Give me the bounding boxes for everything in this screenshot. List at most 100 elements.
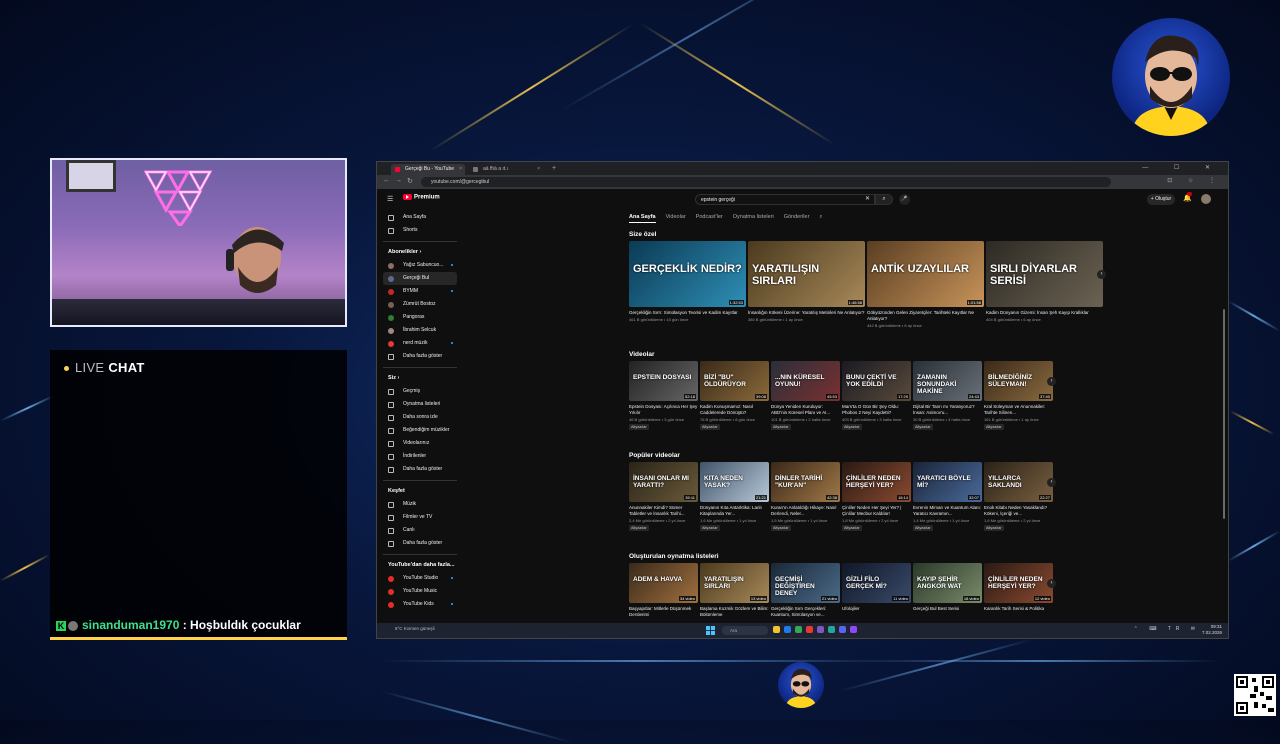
- channel-tab[interactable]: Gönderiler: [784, 214, 810, 222]
- sidebar-item[interactable]: Zümrüt Bostoz: [383, 298, 457, 311]
- playlist-card[interactable]: KAYIP ŞEHİR ANGKOR WAT 18 video Gerçeği Bu…: [913, 563, 982, 612]
- account-avatar[interactable]: [1201, 194, 1211, 204]
- video-thumbnail[interactable]: ZAMANIN SONUNDAKİ MAKİNE 24:43: [913, 361, 982, 401]
- video-card[interactable]: BİLMEDİĞİNİZ SÜLEYMAN! 37:40 Kral Süleyman…: [984, 361, 1053, 430]
- video-card[interactable]: YARATILIŞIN SIRLARI 1:46:58 İnsanlığın Kök…: [748, 241, 865, 322]
- playlist-thumbnail[interactable]: YARATILIŞIN SIRLARI 13 video: [700, 563, 769, 603]
- playlist-title[interactable]: Ufolojiler: [842, 606, 911, 612]
- taskbar-search[interactable]: Ara: [722, 626, 768, 635]
- subscriptions-heading[interactable]: Abonelikler ›: [383, 246, 457, 259]
- taskbar-clock[interactable]: 09:31 7.02.2026: [1202, 624, 1222, 636]
- video-title[interactable]: Kral Süleyman ve Anunnakiler: Tarihte Si…: [984, 404, 1053, 416]
- sidebar-item[interactable]: Yağız Sabuncuo...: [383, 259, 457, 272]
- video-thumbnail[interactable]: YARATICI BÖYLE Mİ? 32:07: [913, 462, 982, 502]
- sidebar-item[interactable]: Gerçeği Bul: [383, 272, 457, 285]
- sidebar-item[interactable]: Daha sonra izle: [383, 411, 457, 424]
- video-thumbnail[interactable]: YARATILIŞIN SIRLARI 1:46:58: [748, 241, 865, 307]
- channel-search-icon[interactable]: ⌕: [819, 214, 822, 223]
- weather-widget[interactable]: 8°C Kısmen güneşli: [395, 626, 435, 631]
- youtube-premium-logo[interactable]: Premium: [403, 194, 440, 201]
- url-field[interactable]: youtube.com/@gercegibul: [421, 177, 1111, 187]
- playlist-thumbnail[interactable]: GEÇMİŞİ DEĞİŞTİREN DENEY 21 video: [771, 563, 840, 603]
- video-thumbnail[interactable]: BİZİ "BU" ÖLDÜRÜYOR 39:08: [700, 361, 769, 401]
- video-title[interactable]: Kadim Dünyanın Gizemi: İnsan Şeh Kayıp K…: [986, 310, 1103, 316]
- playlist-thumbnail[interactable]: ÇİNLİLER NEDEN HERŞEYİ YER? 12 video: [984, 563, 1053, 603]
- forward-icon[interactable]: →: [395, 177, 402, 184]
- video-title[interactable]: İnsanlığın Kökeni Üzerine: Yaratılış Met…: [748, 310, 865, 316]
- channel-tab[interactable]: Videolar: [666, 214, 686, 222]
- new-tab-button[interactable]: +: [552, 162, 556, 175]
- sidebar-item[interactable]: YouTube Kids: [383, 598, 457, 611]
- window-controls[interactable]: — ☐ ✕: [1142, 162, 1222, 175]
- video-thumbnail[interactable]: DİNLER TARİHİ "KUR'AN" 42:38: [771, 462, 840, 502]
- sidebar-item[interactable]: Geçmiş: [383, 385, 457, 398]
- video-thumbnail[interactable]: BİLMEDİĞİNİZ SÜLEYMAN! 37:40: [984, 361, 1053, 401]
- page-scrollbar[interactable]: [1223, 309, 1225, 519]
- playlist-thumbnail[interactable]: ADEM & HAVVA 34 video: [629, 563, 698, 603]
- playlist-card[interactable]: ADEM & HAVVA 34 video Başyapıtlar: Mitlerl…: [629, 563, 698, 618]
- video-title[interactable]: Dünyanın Kıta Antarktika: Lanlı Kitaplar…: [700, 505, 769, 517]
- video-thumbnail[interactable]: SIRLI DİYARLAR SERİSİ: [986, 241, 1103, 307]
- show-more-you[interactable]: Daha fazla göster: [383, 463, 457, 476]
- sidebar-item[interactable]: İndirilenler: [383, 450, 457, 463]
- channel-tab[interactable]: Ana Sayfa: [629, 214, 656, 223]
- channel-tab[interactable]: Oynatma listeleri: [733, 214, 774, 222]
- menu-icon[interactable]: ☰: [387, 195, 393, 203]
- video-card[interactable]: YILLARCA SAKLANDI 22:27 Enok Kitabı Neden …: [984, 462, 1053, 531]
- video-thumbnail[interactable]: BUNU ÇEKTİ VE YOK EDİLDİ 17:29: [842, 361, 911, 401]
- playlist-card[interactable]: YARATILIŞIN SIRLARI 13 video Başlama Kozmi…: [700, 563, 769, 618]
- sidebar-item[interactable]: YouTube Music: [383, 585, 457, 598]
- playlist-title[interactable]: Başlama Kozmik Gözlem ve Bilim: Bölümlem…: [700, 606, 769, 618]
- video-title[interactable]: Gökyüzünden Gelen Ziyaretçiler: Tarihtek…: [867, 310, 984, 322]
- playlist-card[interactable]: ÇİNLİLER NEDEN HERŞEYİ YER? 12 video Karan…: [984, 563, 1053, 612]
- discord-icon[interactable]: [839, 626, 846, 633]
- app-icon[interactable]: [850, 626, 857, 633]
- video-title[interactable]: Kuran'ın Anlatıldığı Hikaye: Nasıl Derle…: [771, 505, 840, 517]
- show-more-subscriptions[interactable]: Daha fazla göster: [383, 350, 457, 363]
- video-title[interactable]: Anunnakiler Kimdi? Sümer Tabletler ve İn…: [629, 505, 698, 517]
- show-more-explore[interactable]: Daha fazla göster: [383, 537, 457, 550]
- sidebar-item[interactable]: İbrahim Selcuk: [383, 324, 457, 337]
- system-tray[interactable]: ⌃ ⌨ TR ✉: [1134, 626, 1200, 632]
- video-card[interactable]: ZAMANIN SONUNDAKİ MAKİNE 24:43 Dijital Bir…: [913, 361, 982, 430]
- playlist-card[interactable]: GEÇMİŞİ DEĞİŞTİREN DENEY 21 video Gerçekli…: [771, 563, 840, 618]
- video-thumbnail[interactable]: ...NIN KÜRESEL OYUNU! 45:53: [771, 361, 840, 401]
- tab-youtube[interactable]: Gerçeği Bu - YouTube ×: [391, 164, 465, 175]
- video-card[interactable]: SIRLI DİYARLAR SERİSİ Kadim Dünyanın Gize…: [986, 241, 1103, 322]
- search-input[interactable]: epstein gerçeği: [695, 194, 875, 205]
- reload-icon[interactable]: ↻: [407, 177, 413, 185]
- tab-second[interactable]: aä ffıä a ıt.ı ×: [469, 164, 543, 175]
- video-thumbnail[interactable]: GERÇEKLİK NEDİR? 1:32:53: [629, 241, 746, 307]
- video-card[interactable]: BİZİ "BU" ÖLDÜRÜYOR 39:08 Kadim Konuşmamız…: [700, 361, 769, 430]
- sidebar-item[interactable]: nerd müzik: [383, 337, 457, 350]
- app-icon[interactable]: [817, 626, 824, 633]
- playlist-title[interactable]: Gerçekliğin Sırrı Gerçekleri: Kuantum, S…: [771, 606, 840, 618]
- video-title[interactable]: Kadim Konuşmamız: Nasıl Caddelerede Dönü…: [700, 404, 769, 416]
- video-thumbnail[interactable]: YILLARCA SAKLANDI 22:27: [984, 462, 1053, 502]
- video-title[interactable]: Epstein Dosyası: Açılınca Her Şey Yıkılı…: [629, 404, 698, 416]
- video-card[interactable]: BUNU ÇEKTİ VE YOK EDİLDİ 17:29 Mars'ta O G…: [842, 361, 911, 430]
- search-button[interactable]: ⌕: [875, 194, 893, 205]
- create-button[interactable]: + Oluştur: [1147, 194, 1175, 205]
- sidebar-item[interactable]: Videolarınız: [383, 437, 457, 450]
- sidebar-item-shorts[interactable]: Shorts: [383, 224, 457, 237]
- video-title[interactable]: Mars'ta O Gün Bir Şey Oldu: Phobos 2 Ney…: [842, 404, 911, 416]
- video-card[interactable]: ANTİK UZAYLILAR 1:01:58 Gökyüzünden Gelen …: [867, 241, 984, 328]
- chrome-icon[interactable]: [795, 626, 802, 633]
- app-icon[interactable]: [828, 626, 835, 633]
- channel-tab[interactable]: Podcast'ler: [696, 214, 723, 222]
- video-card[interactable]: ...NIN KÜRESEL OYUNU! 45:53 Dünya Yeniden …: [771, 361, 840, 430]
- video-thumbnail[interactable]: ÇİNLİLER NEDEN HERŞEYİ YER? 16:14: [842, 462, 911, 502]
- playlist-thumbnail[interactable]: KAYIP ŞEHİR ANGKOR WAT 18 video: [913, 563, 982, 603]
- you-heading[interactable]: Siz ›: [383, 372, 457, 385]
- video-title[interactable]: Gerçekliğin Sırrı: Simülasyon Teorisi ve…: [629, 310, 746, 316]
- sidebar-item[interactable]: Canlı: [383, 524, 457, 537]
- row-next-icon[interactable]: ›: [1047, 377, 1056, 386]
- video-card[interactable]: YARATICI BÖYLE Mİ? 32:07 Evrenin Mimarı ve…: [913, 462, 982, 531]
- row-next-icon[interactable]: ›: [1047, 579, 1056, 588]
- playlist-title[interactable]: Başyapıtlar: Mitlerle Düşünmek Derslerim…: [629, 606, 698, 618]
- tab-close-icon[interactable]: ×: [459, 164, 462, 175]
- row-next-icon[interactable]: ›: [1047, 478, 1056, 487]
- edge-icon[interactable]: [784, 626, 791, 633]
- video-title[interactable]: Dünya Yeniden Kuruluyor: ABD'nin Küresel…: [771, 404, 840, 416]
